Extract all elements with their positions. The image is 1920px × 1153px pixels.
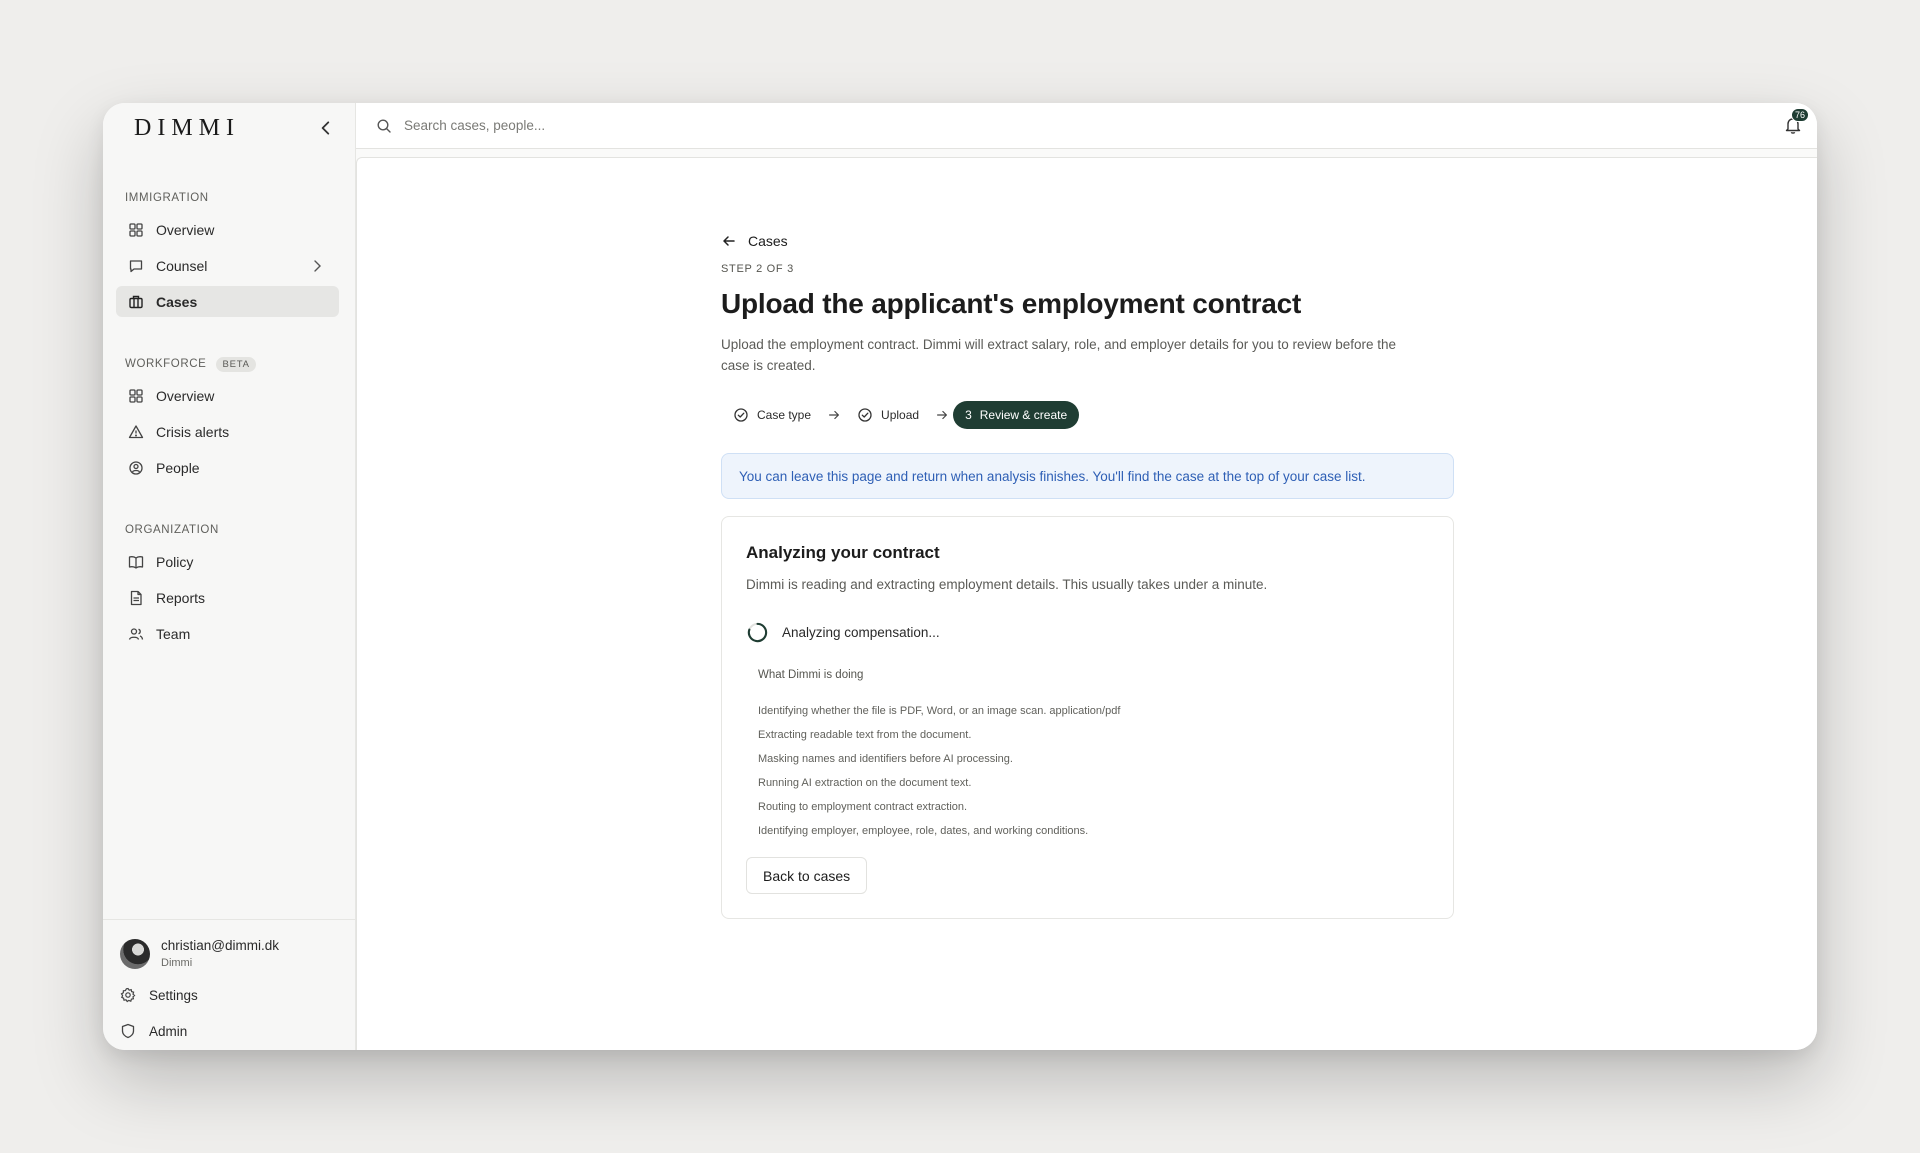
user-email: christian@dimmi.dk [161,938,279,953]
user-org: Dimmi [161,957,193,969]
chat-icon [128,258,144,274]
sidebar-item-label: Reports [156,589,206,606]
step-upload[interactable]: Upload [845,401,931,429]
section-label: ORGANIZATION [125,524,219,536]
section-organization: ORGANIZATION Policy Reports Team [103,520,355,649]
info-banner: You can leave this page and return when … [721,453,1454,499]
process-steps: What Dimmi is doing Identifying whether … [746,669,1429,843]
card-title: Analyzing your contract [746,543,940,562]
user-profile[interactable]: christian@dimmi.dk Dimmi [103,920,355,969]
back-link-label: Cases [748,233,788,249]
app-window: DIMMI IMMIGRATION Overview Counsel Cases [103,103,1817,1050]
sidebar-item-crisis-alerts[interactable]: Crisis alerts [116,416,339,447]
sidebar-item-label: Overview [156,387,215,404]
wizard-stepper: Case type Upload 3 Review & create [721,401,1454,429]
gear-icon [120,987,136,1003]
arrow-right-icon [935,408,949,422]
beta-badge: BETA [216,356,256,372]
list-item: Identifying employer, employee, role, da… [758,825,1089,837]
back-to-cases-link[interactable]: Cases [721,233,1454,249]
book-icon [128,554,144,570]
content-panel: Cases STEP 2 OF 3 Upload the applicant's… [356,157,1817,1050]
step-review-create[interactable]: 3 Review & create [953,401,1080,429]
section-immigration: IMMIGRATION Overview Counsel Cases [103,188,355,317]
section-label: IMMIGRATION [125,192,209,204]
upload-wizard: Cases STEP 2 OF 3 Upload the applicant's… [721,233,1454,919]
sidebar-item-immigration-overview[interactable]: Overview [116,214,339,245]
avatar [120,938,150,969]
spinner-icon [746,621,769,644]
list-item: Extracting readable text from the docume… [758,729,972,741]
page-title: Upload the applicant's employment contra… [721,288,1302,319]
check-circle-icon [733,407,749,423]
arrow-left-icon [721,233,737,249]
step-label: Upload [881,408,920,422]
grid-icon [128,388,144,404]
section-workforce: WORKFORCE BETA Overview Crisis alerts Pe… [103,354,355,483]
top-bar: 76 [356,103,1817,149]
step-number: 3 [965,408,972,422]
sidebar-item-label: Cases [156,293,198,310]
sidebar-item-people[interactable]: People [116,452,339,483]
page-subtitle: Upload the employment contract. Dimmi wi… [721,337,1397,373]
settings-label: Settings [149,987,198,1003]
sidebar-item-label: Counsel [156,257,208,274]
card-description: Dimmi is reading and extracting employme… [746,577,1268,592]
analysis-status: Analyzing compensation... [746,621,1429,644]
list-item: Masking names and identifiers before AI … [758,753,1013,765]
check-circle-icon [857,407,873,423]
sidebar-item-cases[interactable]: Cases [116,286,339,317]
settings-link[interactable]: Settings [103,985,355,1005]
list-item: Routing to employment contract extractio… [758,801,968,813]
app-logo: DIMMI [134,114,240,141]
back-to-cases-button[interactable]: Back to cases [746,857,868,894]
step-label: Case type [757,408,812,422]
sidebar-item-team[interactable]: Team [116,618,339,649]
main-area: 76 Cases STEP 2 OF 3 Upload the applican… [356,103,1817,1050]
process-title: What Dimmi is doing [758,669,864,681]
arrow-right-icon [827,408,841,422]
users-icon [128,626,144,642]
search-icon [376,118,392,134]
admin-label: Admin [149,1023,188,1039]
list-item: Running AI extraction on the document te… [758,777,972,789]
step-indicator: STEP 2 OF 3 [721,263,794,275]
admin-link[interactable]: Admin [103,1021,355,1041]
shield-icon [120,1023,136,1039]
sidebar-item-counsel[interactable]: Counsel [116,250,339,281]
notification-count-badge: 76 [1790,108,1809,122]
search-input[interactable] [404,118,1004,133]
chevron-right-icon[interactable] [309,258,325,274]
sidebar-item-label: Crisis alerts [156,423,230,440]
sidebar-item-label: Team [156,625,191,642]
status-text: Analyzing compensation... [782,625,940,640]
warning-icon [128,424,144,440]
collapse-sidebar-icon[interactable] [317,119,335,137]
grid-icon [128,222,144,238]
sidebar-item-reports[interactable]: Reports [116,582,339,613]
analysis-card: Analyzing your contract Dimmi is reading… [721,516,1454,919]
document-icon [128,590,144,606]
step-case-type[interactable]: Case type [721,401,823,429]
step-label: Review & create [979,408,1068,422]
process-list: Identifying whether the file is PDF, Wor… [758,699,1429,843]
sidebar-footer: christian@dimmi.dk Dimmi Settings Admin [103,919,355,1050]
sidebar-item-workforce-overview[interactable]: Overview [116,380,339,411]
briefcase-icon [128,294,144,310]
list-item: Identifying whether the file is PDF, Wor… [758,705,1121,717]
sidebar-item-policy[interactable]: Policy [116,546,339,577]
sidebar: DIMMI IMMIGRATION Overview Counsel Cases [103,103,356,1050]
sidebar-item-label: Overview [156,221,215,238]
sidebar-item-label: Policy [156,553,194,570]
sidebar-item-label: People [156,459,200,476]
user-circle-icon [128,460,144,476]
section-label: WORKFORCE BETA [103,354,355,374]
